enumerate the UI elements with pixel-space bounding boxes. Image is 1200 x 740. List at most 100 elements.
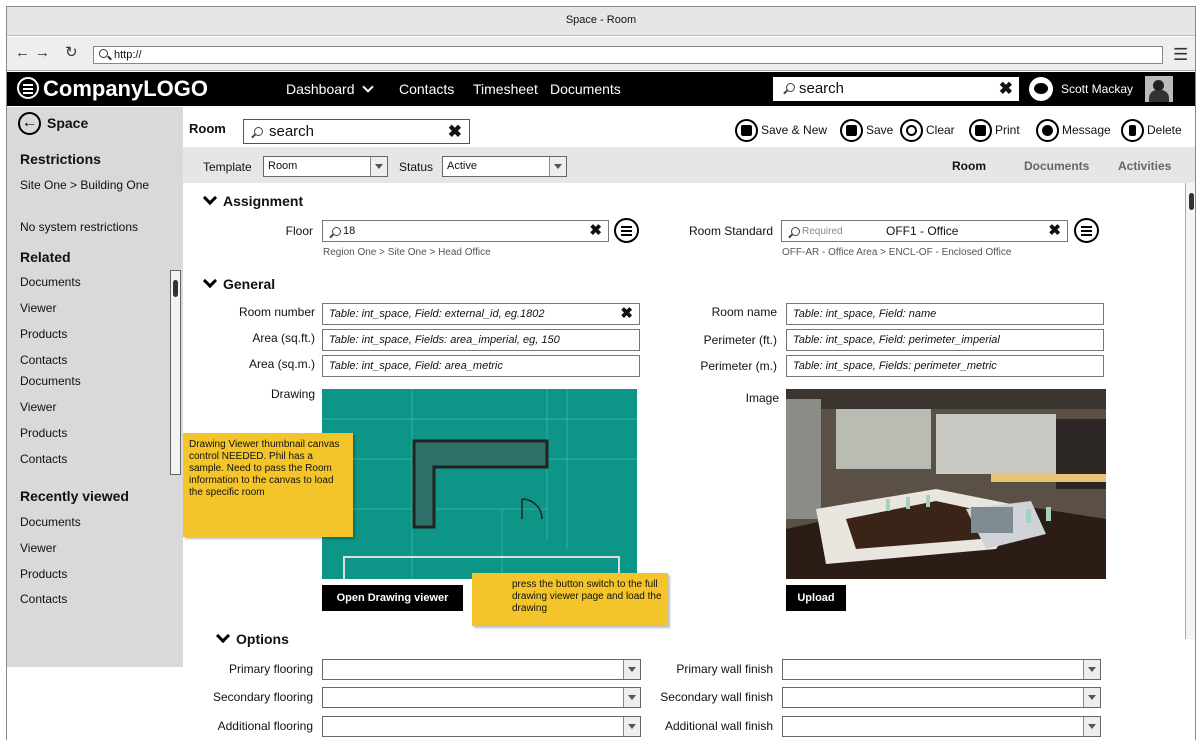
floor-field[interactable]: 18 ✖ [322,220,609,242]
general-section[interactable]: General [202,273,275,292]
secondary-flooring-label: Secondary flooring [212,690,313,704]
sidebar: ← Space Restrictions Site One > Building… [7,107,183,667]
dropdown-arrow-icon [549,157,566,176]
primary-wall-select[interactable] [782,659,1101,680]
tab-documents[interactable]: Documents [1024,159,1089,173]
room-number-label: Room number [238,305,315,319]
related-item[interactable]: Contacts [20,353,67,367]
secondary-wall-label: Secondary wall finish [660,690,773,704]
nav-dashboard[interactable]: Dashboard [286,81,375,97]
related-scrollbar[interactable] [170,270,181,475]
clear-search-icon[interactable]: ✖ [999,77,1013,100]
search-icon [332,227,341,236]
avatar[interactable] [1145,76,1173,102]
location-breadcrumb: Site One > Building One [20,178,150,192]
top-navigation: CompanyLOGO Dashboard Contacts Timesheet… [7,72,1195,106]
company-logo[interactable]: CompanyLOGO [17,75,208,103]
message-button[interactable]: Message [1036,118,1111,142]
recent-item[interactable]: Products [20,567,67,581]
nav-contacts[interactable]: Contacts [399,81,454,97]
list-picker-icon[interactable] [1074,218,1099,243]
assignment-section[interactable]: Assignment [202,190,303,209]
perimeter-m-label: Perimeter (m.) [700,359,777,373]
button-note: press the button switch to the full draw… [472,573,668,626]
recent-item[interactable]: Documents [20,515,81,529]
clear-field-icon[interactable]: ✖ [589,221,602,241]
notifications-icon[interactable] [1029,77,1053,101]
main-scrollbar[interactable] [1185,183,1195,639]
form-content: Assignment Floor 18 ✖ Region One > Site O… [183,183,1195,740]
back-circle-icon[interactable]: ← [18,112,41,135]
clear-button[interactable]: Clear [900,118,955,142]
restrictions-heading: Restrictions [20,151,101,167]
user-name[interactable]: Scott Mackay [1061,82,1133,96]
print-button[interactable]: Print [969,118,1020,142]
related-item[interactable]: Contacts [20,452,67,466]
floor-path: Region One > Site One > Head Office [323,247,491,258]
save-new-button[interactable]: Save & New [735,118,827,142]
back-arrow-icon[interactable]: ← [15,45,30,61]
upload-button[interactable]: Upload [786,585,846,611]
dropdown-arrow-icon [623,717,640,736]
related-item[interactable]: Products [20,327,67,341]
perimeter-m-field[interactable]: Table: int_space, Fields: perimeter_metr… [786,355,1104,377]
conference-room-photo [786,389,1106,579]
clear-search-icon[interactable]: ✖ [448,120,462,143]
nav-timesheet[interactable]: Timesheet [473,81,538,97]
recent-heading: Recently viewed [20,488,129,504]
status-label: Status [399,160,434,174]
save-button[interactable]: Save [840,118,893,142]
nav-documents[interactable]: Documents [550,81,621,97]
options-section[interactable]: Options [215,628,289,647]
drawing-thumbnail[interactable] [322,389,637,579]
chevron-down-icon [215,628,231,644]
additional-flooring-select[interactable] [322,716,641,737]
menu-circle-icon[interactable] [17,77,39,99]
global-search-input[interactable]: search ✖ [773,77,1019,101]
room-name-field[interactable]: Table: int_space, Field: name [786,303,1104,325]
forward-arrow-icon[interactable]: → [35,45,50,61]
search-icon [254,127,263,136]
recent-item[interactable]: Contacts [20,592,67,606]
restrictions-note: No system restrictions [20,220,139,234]
browser-menu-icon[interactable]: ☰ [1173,45,1188,65]
floor-label: Floor [285,224,313,238]
additional-wall-select[interactable] [782,716,1101,737]
dropdown-arrow-icon [623,688,640,707]
related-item[interactable]: Viewer [20,301,56,315]
room-name-label: Room name [711,305,777,319]
related-item[interactable]: Documents [20,374,81,388]
list-picker-icon[interactable] [614,218,639,243]
template-label: Template [203,160,252,174]
template-select[interactable]: Room [263,156,388,177]
tab-room[interactable]: Room [952,159,986,173]
related-item[interactable]: Documents [20,275,81,289]
related-item[interactable]: Viewer [20,400,56,414]
delete-button[interactable]: Delete [1121,118,1182,142]
open-drawing-viewer-button[interactable]: Open Drawing viewer [322,585,463,611]
recent-item[interactable]: Viewer [20,541,56,555]
url-input[interactable]: http:// [93,46,1163,64]
dropdown-arrow-icon [1083,688,1100,707]
room-standard-field[interactable]: Required OFF1 - Office ✖ [781,220,1068,242]
floor-plan-drawing [322,389,637,579]
room-number-field[interactable]: Table: int_space, Field: external_id, eg… [322,303,640,325]
status-select[interactable]: Active [442,156,567,177]
print-icon [969,118,992,142]
drawing-note: Drawing Viewer thumbnail canvas control … [183,433,353,537]
related-item[interactable]: Products [20,426,67,440]
record-type-label: Room [189,121,226,136]
image-label: Image [745,391,779,405]
clear-field-icon[interactable]: ✖ [1048,221,1061,241]
reload-icon[interactable]: ↻ [65,45,78,61]
primary-flooring-select[interactable] [322,659,641,680]
area-sqft-field[interactable]: Table: int_space, Fields: area_imperial,… [322,329,640,351]
dropdown-arrow-icon [1083,717,1100,736]
perimeter-ft-field[interactable]: Table: int_space, Field: perimeter_imper… [786,329,1104,351]
room-search-input[interactable]: search ✖ [243,119,470,144]
area-sqm-field[interactable]: Table: int_space, Field: area_metric [322,355,640,377]
clear-field-icon[interactable]: ✖ [620,304,633,324]
secondary-flooring-select[interactable] [322,687,641,708]
secondary-wall-select[interactable] [782,687,1101,708]
tab-activities[interactable]: Activities [1118,159,1171,173]
